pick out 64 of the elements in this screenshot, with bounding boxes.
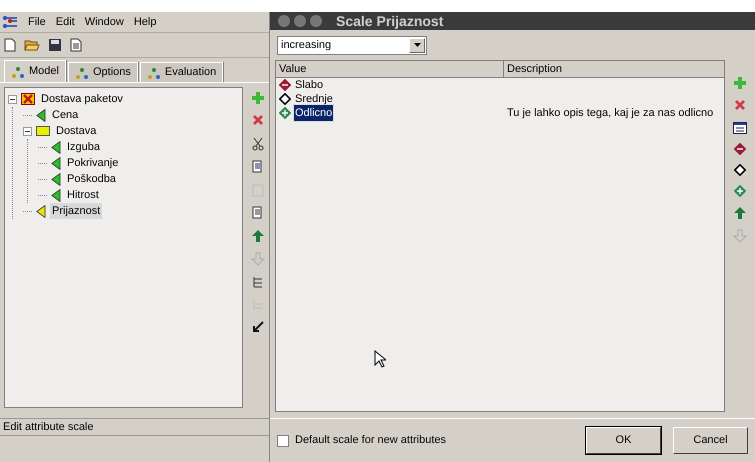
- menu-item[interactable]: Window: [84, 14, 124, 30]
- tab[interactable]: Model: [4, 60, 66, 82]
- save-icon[interactable]: [48, 38, 62, 52]
- attribute-icon: [51, 156, 61, 170]
- ok-button[interactable]: OK: [586, 427, 661, 454]
- tree-item[interactable]: Poškodba: [65, 170, 118, 188]
- indent-icon[interactable]: [252, 275, 264, 289]
- column-header[interactable]: Description: [504, 61, 724, 78]
- tab-icon: [74, 66, 89, 78]
- cancel-button[interactable]: Cancel: [673, 427, 748, 454]
- tab[interactable]: Evaluation: [140, 62, 224, 82]
- status-bar: Edit attribute scale: [0, 418, 269, 436]
- menu-item[interactable]: Edit: [56, 14, 75, 30]
- attribute-icon: [36, 204, 46, 218]
- window-control-icon[interactable]: [294, 15, 306, 27]
- tree-item[interactable]: Prijaznost: [50, 202, 102, 220]
- window-control-icon[interactable]: [278, 15, 290, 27]
- close-icon[interactable]: [251, 114, 266, 128]
- tree-item[interactable]: Hitrost: [65, 186, 101, 204]
- collapse-toggle[interactable]: [23, 126, 32, 136]
- tab-icon: [11, 66, 25, 78]
- copy-icon[interactable]: [252, 160, 264, 174]
- checkbox[interactable]: [277, 434, 289, 446]
- open-folder-icon[interactable]: [24, 38, 40, 52]
- menu-item[interactable]: File: [28, 14, 46, 30]
- form-icon[interactable]: [733, 122, 747, 134]
- up-arrow-icon[interactable]: [251, 229, 266, 243]
- window-title: Scale Prijaznost: [336, 14, 444, 28]
- mouse-cursor-icon: [374, 350, 386, 368]
- table-cell[interactable]: Slabo: [294, 76, 324, 94]
- close-icon[interactable]: [733, 99, 747, 113]
- copy-icon[interactable]: [252, 206, 264, 220]
- tab-icon: [146, 66, 161, 78]
- tree-item[interactable]: Cena: [50, 106, 80, 124]
- document-icon[interactable]: [70, 38, 82, 52]
- table-cell[interactable]: Odlicno: [294, 104, 334, 122]
- up-arrow-icon[interactable]: [733, 206, 747, 220]
- group-icon: [36, 126, 50, 136]
- attribute-icon: [36, 108, 46, 122]
- column-header[interactable]: Value: [276, 61, 504, 78]
- table-cell[interactable]: Srednje: [294, 90, 334, 108]
- aggregate-icon: [21, 93, 35, 105]
- collapse-toggle[interactable]: [8, 94, 17, 104]
- window-control-icon[interactable]: [310, 15, 322, 27]
- checkbox-label: Default scale for new attributes: [295, 433, 446, 448]
- app-logo-icon: [2, 15, 18, 29]
- tab[interactable]: Options: [68, 62, 138, 82]
- tree-item[interactable]: Dostava: [54, 122, 98, 140]
- tree-item[interactable]: Izguba: [65, 138, 102, 156]
- attribute-icon: [51, 172, 61, 186]
- arrow-icon[interactable]: [252, 321, 264, 333]
- caret-icon: [414, 43, 420, 47]
- attribute-icon: [51, 188, 61, 202]
- table-cell-text: Tu je lahko opis tega, kaj je za nas odlicno: [506, 106, 714, 121]
- diamond-icon: [734, 143, 746, 155]
- diamond-icon: [734, 164, 746, 176]
- menu-item[interactable]: Help: [134, 14, 156, 30]
- diamond-icon: [734, 185, 746, 197]
- new-file-icon[interactable]: [4, 38, 16, 52]
- tree-item[interactable]: Pokrivanje: [65, 154, 120, 172]
- scissors-icon[interactable]: [252, 137, 264, 151]
- tree-item[interactable]: Dostava paketov: [39, 90, 125, 108]
- order-dropdown[interactable]: increasing: [277, 36, 427, 54]
- attribute-icon: [51, 140, 61, 154]
